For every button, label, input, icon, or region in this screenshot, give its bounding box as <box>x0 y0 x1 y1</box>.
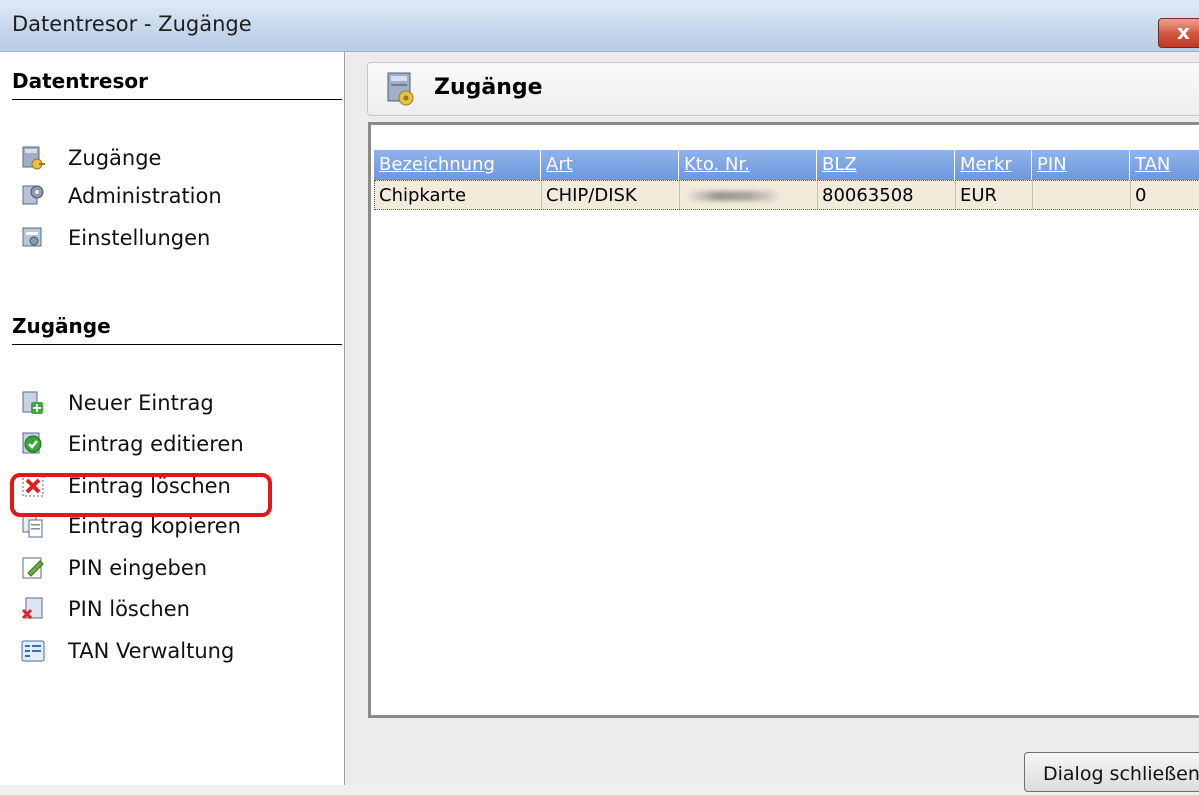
close-dialog-button[interactable]: Dialog schließen <box>1024 752 1199 792</box>
sidebar-item-label: Neuer Eintrag <box>68 391 214 415</box>
cell-merkr: EUR <box>956 181 1033 209</box>
page-title: Zugänge <box>434 75 543 100</box>
cell-bezeichnung: Chipkarte <box>375 181 542 209</box>
page-header: Zugänge <box>367 62 1199 116</box>
pin-delete-icon <box>21 597 43 620</box>
sidebar-item-einstellungen[interactable]: Einstellungen <box>20 221 210 255</box>
sidebar-item-zugaenge[interactable]: Zugänge <box>20 141 161 175</box>
sidebar-item-label: TAN Verwaltung <box>68 639 235 663</box>
vault-key-icon <box>22 146 45 170</box>
column-header-art[interactable]: Art <box>541 150 679 180</box>
sidebar-section-zugaenge: Zugänge <box>12 314 342 345</box>
close-icon: x <box>1177 20 1190 44</box>
sidebar-item-pin-eingeben[interactable]: PIN eingeben <box>20 551 207 585</box>
edit-entry-icon <box>22 432 42 454</box>
sidebar-item-label: PIN eingeben <box>68 556 208 580</box>
column-header-merkr[interactable]: Merkr <box>955 150 1032 180</box>
sidebar-item-label: Eintrag kopieren <box>68 514 241 538</box>
sidebar-section-datentresor: Datentresor <box>12 69 342 100</box>
sidebar-item-label: PIN löschen <box>68 597 190 621</box>
sidebar-item-label: Eintrag editieren <box>68 432 244 456</box>
window-title: Datentresor - Zugänge <box>12 12 252 36</box>
sidebar-item-label: Zugänge <box>68 146 162 170</box>
column-header-bezeichnung[interactable]: Bezeichnung <box>374 150 541 180</box>
cell-blz: 80063508 <box>818 181 956 209</box>
admin-gear-icon <box>22 185 44 205</box>
settings-icon <box>22 227 42 247</box>
tan-manage-icon <box>21 640 45 662</box>
sidebar-item-administration[interactable]: Administration <box>20 179 222 213</box>
cell-tan: 0 <box>1131 181 1199 209</box>
sidebar-item-pin-loeschen[interactable]: PIN löschen <box>20 592 190 626</box>
sidebar-item-label: Administration <box>68 184 222 208</box>
table-header: Bezeichnung Art Kto. Nr. BLZ Merkr PIN T… <box>374 150 1199 180</box>
sidebar-item-neuer-eintrag[interactable]: Neuer Eintrag <box>20 386 214 420</box>
sidebar-item-label: Einstellungen <box>68 226 211 250</box>
sidebar-item-eintrag-editieren[interactable]: Eintrag editieren <box>20 427 244 461</box>
column-header-blz[interactable]: BLZ <box>817 150 955 180</box>
cell-kto-nr <box>680 181 818 209</box>
column-header-tan[interactable]: TAN <box>1130 150 1199 180</box>
column-header-pin[interactable]: PIN <box>1032 150 1130 180</box>
title-bar: Datentresor - Zugänge x <box>0 0 1199 52</box>
sidebar-item-tan-verwaltung[interactable]: TAN Verwaltung <box>20 634 234 668</box>
highlight-annotation <box>10 473 272 517</box>
cell-pin <box>1033 181 1131 209</box>
cell-art: CHIP/DISK <box>542 181 680 209</box>
vault-key-icon <box>387 72 414 106</box>
column-header-kto-nr[interactable]: Kto. Nr. <box>679 150 817 180</box>
pin-enter-icon <box>22 557 44 579</box>
entries-table[interactable]: Bezeichnung Art Kto. Nr. BLZ Merkr PIN T… <box>368 122 1199 718</box>
redacted-account-number <box>688 191 778 201</box>
main-panel: Zugänge Bezeichnung Art Kto. Nr. BLZ Mer… <box>345 52 1199 785</box>
sidebar: Datentresor Zugänge Administration Einst… <box>0 52 345 785</box>
window-close-button[interactable]: x <box>1158 18 1199 48</box>
new-entry-icon <box>22 391 43 414</box>
table-row[interactable]: Chipkarte CHIP/DISK 80063508 EUR 0 <box>374 180 1199 210</box>
